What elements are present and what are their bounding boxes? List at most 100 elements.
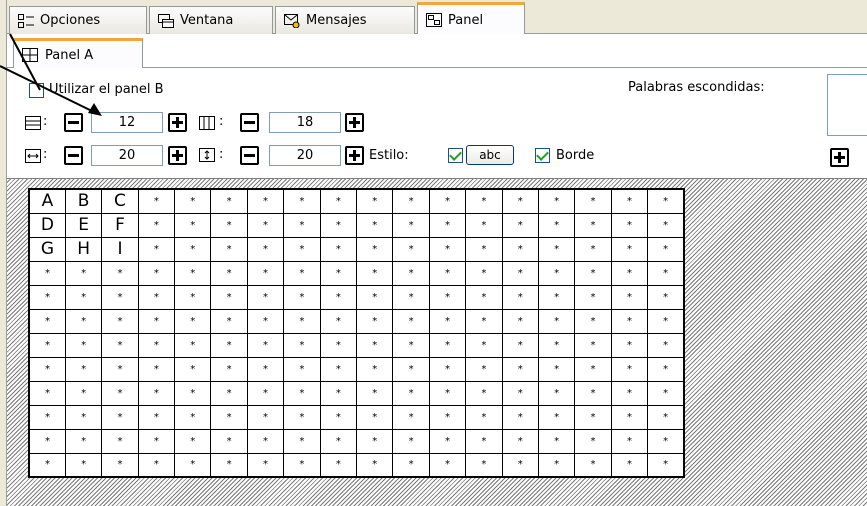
grid-cell[interactable]: * [283, 284, 321, 310]
grid-cell[interactable]: * [246, 308, 285, 334]
grid-cell[interactable]: * [501, 308, 539, 334]
grid-cell[interactable]: * [319, 428, 358, 454]
grid-cell[interactable]: * [64, 452, 103, 478]
grid-cell[interactable]: * [137, 380, 176, 406]
grid-cell[interactable]: * [501, 212, 539, 238]
tab-panel-a[interactable]: Panel A [13, 38, 143, 69]
grid-cell[interactable]: * [537, 356, 576, 382]
grid-cell[interactable]: * [319, 284, 358, 310]
grid-cell[interactable]: * [174, 212, 212, 238]
grid-cell[interactable]: * [465, 236, 503, 262]
grid-cell[interactable]: * [574, 380, 612, 406]
grid-cell[interactable]: * [64, 260, 103, 286]
grid-cell[interactable]: * [610, 356, 649, 382]
grid-cell[interactable]: * [101, 260, 139, 286]
grid-cell[interactable]: * [210, 236, 248, 262]
grid-cell[interactable]: * [283, 356, 321, 382]
grid-cell[interactable]: * [246, 404, 285, 430]
grid-cell[interactable]: * [465, 212, 503, 238]
grid-cell[interactable]: * [537, 452, 576, 478]
grid-cell[interactable]: * [174, 236, 212, 262]
grid-cell[interactable]: * [174, 380, 212, 406]
grid-cell[interactable]: * [356, 404, 394, 430]
grid-cell[interactable]: * [647, 212, 685, 238]
grid-cell[interactable]: * [610, 452, 649, 478]
grid-cell[interactable]: * [428, 188, 467, 214]
columns-decrement-button[interactable] [240, 113, 259, 132]
grid-cell[interactable]: * [392, 404, 430, 430]
grid-cell[interactable]: * [465, 260, 503, 286]
grid-cell[interactable]: * [610, 188, 649, 214]
grid-cell[interactable]: * [210, 428, 248, 454]
grid-cell[interactable]: * [137, 260, 176, 286]
grid-cell[interactable]: * [64, 356, 103, 382]
grid-cell[interactable]: * [647, 332, 685, 358]
grid-cell[interactable]: * [28, 356, 66, 382]
grid-cell[interactable]: * [210, 188, 248, 214]
grid-cell[interactable]: * [356, 380, 394, 406]
grid-cell[interactable]: * [283, 404, 321, 430]
grid-cell[interactable]: * [64, 428, 103, 454]
grid-cell[interactable]: * [210, 404, 248, 430]
grid-cell[interactable]: * [319, 380, 358, 406]
grid-cell[interactable]: * [101, 380, 139, 406]
grid-cell[interactable]: * [210, 212, 248, 238]
grid-cell[interactable]: * [28, 332, 66, 358]
grid-cell[interactable]: * [537, 212, 576, 238]
grid-cell[interactable]: * [246, 212, 285, 238]
grid-cell[interactable]: * [610, 308, 649, 334]
tab-opciones[interactable]: Opciones [9, 6, 147, 34]
grid-cell[interactable]: * [210, 260, 248, 286]
grid-cell[interactable]: * [210, 308, 248, 334]
grid-cell[interactable]: * [174, 308, 212, 334]
grid-cell[interactable]: * [356, 308, 394, 334]
grid-cell[interactable]: * [210, 356, 248, 382]
grid-cell[interactable]: * [174, 332, 212, 358]
grid-cell[interactable]: * [465, 428, 503, 454]
grid-cell[interactable]: * [319, 332, 358, 358]
grid-cell[interactable]: * [574, 404, 612, 430]
grid-cell[interactable]: B [64, 188, 103, 214]
cell-width-input[interactable]: 20 [91, 145, 163, 166]
grid-cell[interactable]: * [501, 404, 539, 430]
grid-cell[interactable]: * [501, 236, 539, 262]
grid-cell[interactable]: I [101, 236, 139, 262]
grid-cell[interactable]: * [246, 380, 285, 406]
grid-cell[interactable]: * [537, 404, 576, 430]
grid-cell[interactable]: * [283, 332, 321, 358]
grid-cell[interactable]: * [574, 428, 612, 454]
grid-cell[interactable]: * [101, 308, 139, 334]
grid-cell[interactable]: * [537, 308, 576, 334]
grid-cell[interactable]: * [392, 452, 430, 478]
grid-cell[interactable]: * [28, 452, 66, 478]
grid-cell[interactable]: * [428, 284, 467, 310]
border-checkbox[interactable] [535, 148, 550, 163]
grid-cell[interactable]: * [428, 212, 467, 238]
grid-cell[interactable]: * [647, 404, 685, 430]
grid-cell[interactable]: * [647, 284, 685, 310]
use-panel-b-checkbox[interactable] [29, 83, 44, 98]
grid-cell[interactable]: * [574, 188, 612, 214]
grid-cell[interactable]: * [428, 236, 467, 262]
grid-cell[interactable]: * [610, 332, 649, 358]
style-checkbox[interactable] [448, 148, 463, 163]
grid-cell[interactable]: F [101, 212, 139, 238]
grid-cell[interactable]: * [28, 428, 66, 454]
grid-cell[interactable]: * [356, 284, 394, 310]
columns-input[interactable]: 18 [269, 112, 341, 133]
grid-cell[interactable]: * [610, 404, 649, 430]
grid-cell[interactable]: * [465, 308, 503, 334]
grid-cell[interactable]: * [537, 428, 576, 454]
grid-cell[interactable]: * [647, 188, 685, 214]
grid-cell[interactable]: * [392, 428, 430, 454]
style-abc-button[interactable]: abc [466, 145, 514, 165]
grid-cell[interactable]: * [246, 284, 285, 310]
grid-cell[interactable]: * [137, 404, 176, 430]
grid-cell[interactable]: * [174, 428, 212, 454]
grid-cell[interactable]: * [574, 332, 612, 358]
grid-cell[interactable]: * [283, 380, 321, 406]
grid-cell[interactable]: * [137, 308, 176, 334]
grid-cell[interactable]: * [392, 260, 430, 286]
grid-cell[interactable]: * [356, 212, 394, 238]
grid-cell[interactable]: * [574, 356, 612, 382]
